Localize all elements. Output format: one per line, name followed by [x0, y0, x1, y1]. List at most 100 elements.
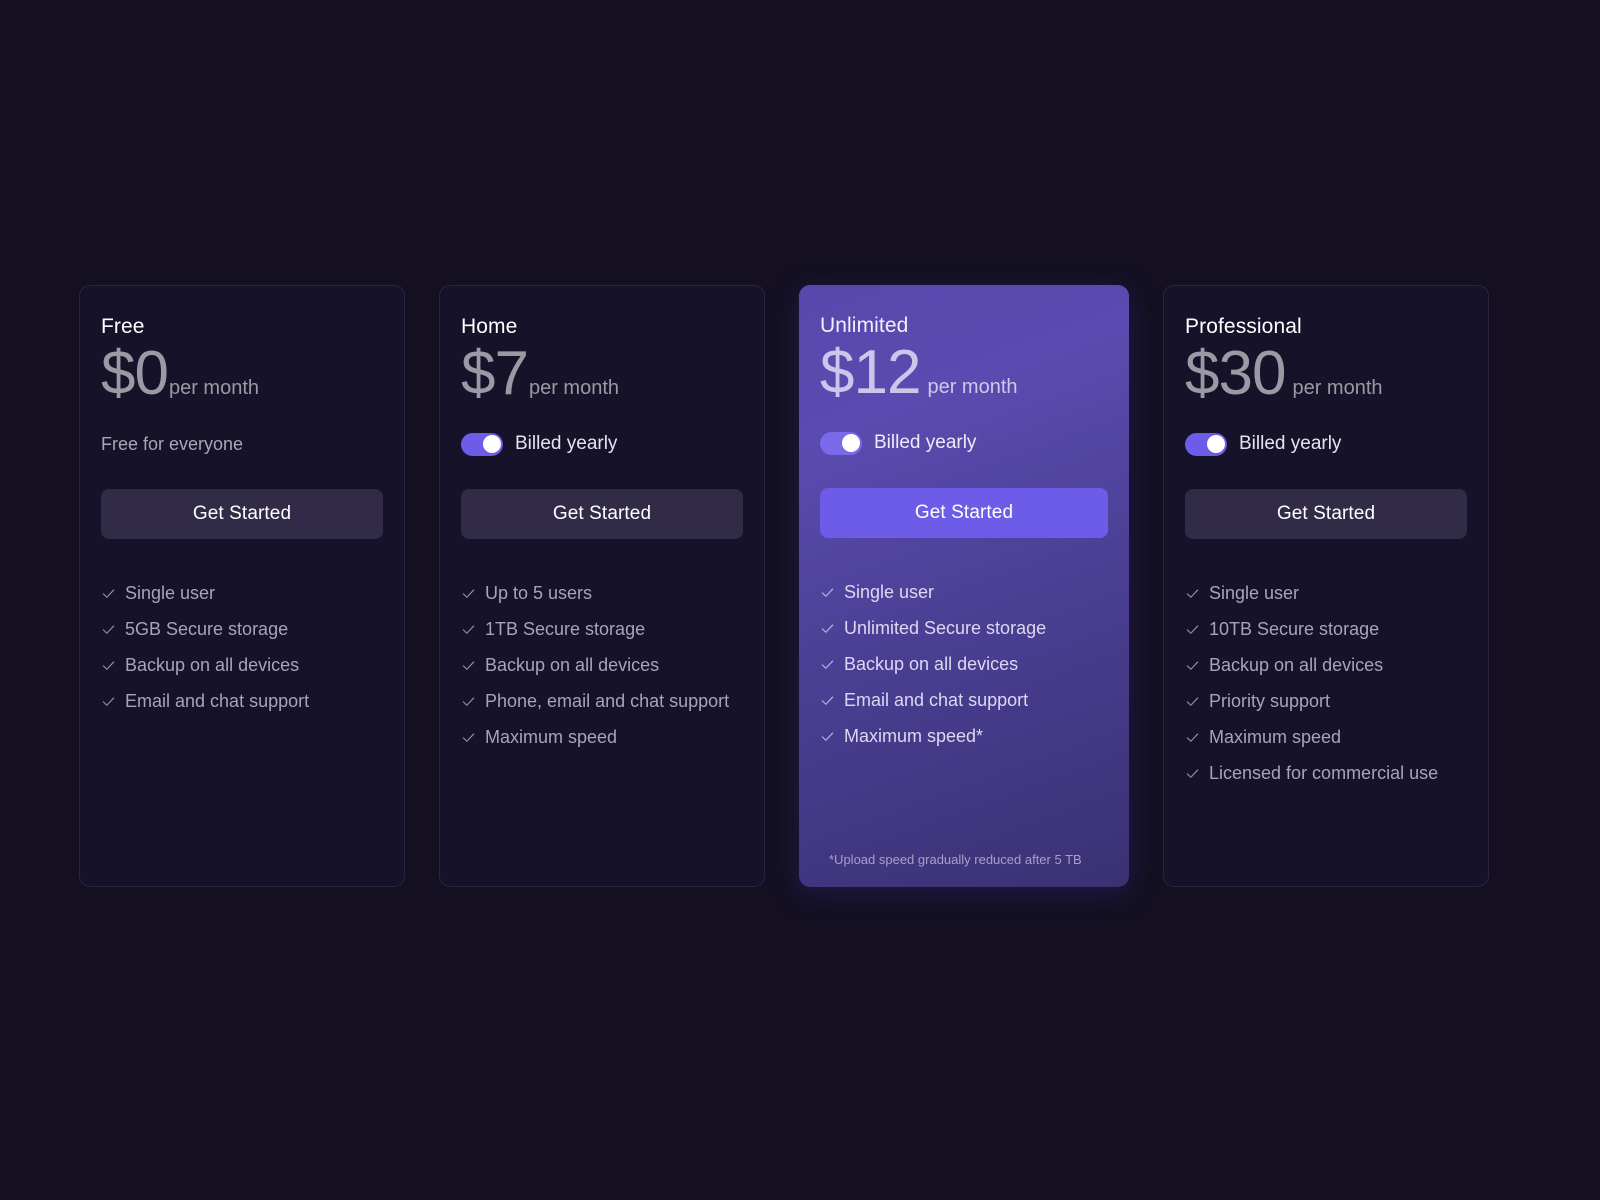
check-icon: [102, 661, 115, 670]
feature-text: Priority support: [1209, 691, 1331, 711]
feature-item: Backup on all devices: [101, 654, 383, 677]
plan-price-period: per month: [528, 377, 620, 399]
check-icon: [102, 625, 115, 634]
plan-card-unlimited: Unlimited $12 per month Billed yearly Ge…: [799, 285, 1129, 887]
billed-yearly-row: Billed yearly: [461, 417, 743, 471]
check-icon: [821, 696, 834, 705]
feature-text: 5GB Secure storage: [125, 619, 289, 639]
feature-item: Unlimited Secure storage: [820, 617, 1108, 640]
plan-name-unlimited: Unlimited: [820, 314, 909, 337]
feature-item: Priority support: [1185, 690, 1467, 713]
feature-text: Backup on all devices: [1209, 655, 1384, 675]
plan-name-home: Home: [461, 315, 518, 338]
plan-sub-note: Free for everyone: [101, 433, 244, 454]
billed-yearly-label: Billed yearly: [1239, 433, 1342, 454]
feature-item: 5GB Secure storage: [101, 618, 383, 641]
feature-text: Phone, email and chat support: [485, 691, 730, 711]
plan-feature-list: Up to 5 users 1TB Secure storage Backup on…: [461, 582, 743, 762]
check-icon: [102, 697, 115, 706]
get-started-button[interactable]: Get Started: [101, 489, 383, 539]
check-icon: [1186, 697, 1199, 706]
billed-yearly-toggle[interactable]: [461, 432, 503, 456]
feature-text: Licensed for commercial use: [1209, 763, 1439, 783]
check-icon: [1186, 625, 1199, 634]
toggle-knob-icon: [841, 434, 860, 452]
check-icon: [1186, 661, 1199, 670]
feature-item: Backup on all devices: [461, 654, 743, 677]
plan-card-home: Home $7 per month Billed yearly Get Star…: [439, 285, 765, 887]
plan-price-row: $0 per month: [101, 343, 383, 417]
feature-item: Backup on all devices: [820, 653, 1108, 676]
feature-text: Email and chat support: [844, 690, 1029, 710]
feature-text: Maximum speed: [485, 727, 618, 747]
check-icon: [102, 589, 115, 598]
plan-price-row: $12 per month: [820, 342, 1108, 416]
feature-text: 1TB Secure storage: [485, 619, 646, 639]
check-icon: [462, 697, 475, 706]
feature-text: Backup on all devices: [844, 654, 1019, 674]
billed-yearly-row: Billed yearly: [1185, 417, 1467, 471]
feature-text: Single user: [844, 582, 935, 602]
feature-item: Email and chat support: [820, 689, 1108, 712]
check-icon: [462, 625, 475, 634]
plan-price-amount: $7: [461, 339, 529, 408]
feature-text: Maximum speed: [1209, 727, 1342, 747]
feature-item: Single user: [1185, 582, 1467, 605]
check-icon: [462, 661, 475, 670]
plan-name-professional: Professional: [1185, 315, 1302, 338]
check-icon: [821, 624, 834, 633]
feature-text: Single user: [1209, 583, 1300, 603]
feature-item: 10TB Secure storage: [1185, 618, 1467, 641]
plan-name-free: Free: [101, 315, 145, 338]
plan-sub-row: Free for everyone: [101, 417, 383, 471]
plan-card-professional: Professional $30 per month Billed yearly…: [1163, 285, 1489, 887]
check-icon: [462, 589, 475, 598]
feature-item: Single user: [820, 581, 1108, 604]
billed-yearly-toggle[interactable]: [820, 431, 862, 455]
toggle-knob-icon: [482, 435, 501, 453]
plan-price-period: per month: [927, 376, 1018, 398]
billed-yearly-label: Billed yearly: [874, 432, 977, 453]
feature-text: Email and chat support: [125, 691, 310, 711]
check-icon: [821, 732, 834, 741]
feature-text: 10TB Secure storage: [1209, 619, 1380, 639]
billed-yearly-toggle[interactable]: [1185, 432, 1227, 456]
check-icon: [1186, 589, 1199, 598]
get-started-button[interactable]: Get Started: [461, 489, 743, 539]
feature-item: Maximum speed*: [820, 725, 1108, 748]
feature-item: Maximum speed: [461, 726, 743, 749]
plan-feature-list: Single user Unlimited Secure storage Backu…: [820, 581, 1108, 761]
get-started-button[interactable]: Get Started: [1185, 489, 1467, 539]
feature-text: Up to 5 users: [485, 583, 593, 603]
plan-footnote: *Upload speed gradually reduced after 5 …: [829, 852, 1082, 867]
feature-text: Unlimited Secure storage: [844, 618, 1047, 638]
plan-price-amount: $12: [820, 338, 921, 407]
plan-price-row: $30 per month: [1185, 343, 1467, 417]
plan-price-period: per month: [1292, 377, 1383, 399]
plan-price-period: per month: [168, 377, 260, 399]
plan-price-row: $7 per month: [461, 343, 743, 417]
feature-item: Up to 5 users: [461, 582, 743, 605]
plan-feature-list: Single user 5GB Secure storage Backup on a…: [101, 582, 383, 726]
check-icon: [821, 660, 834, 669]
feature-text: Maximum speed*: [844, 726, 984, 746]
get-started-button[interactable]: Get Started: [820, 488, 1108, 538]
billed-yearly-row: Billed yearly: [820, 416, 1108, 470]
feature-item: Maximum speed: [1185, 726, 1467, 749]
billed-yearly-label: Billed yearly: [515, 433, 618, 454]
plan-price-amount: $30: [1185, 339, 1286, 408]
feature-text: Backup on all devices: [125, 655, 300, 675]
plan-price-amount: $0: [101, 339, 169, 408]
plan-feature-list: Single user 10TB Secure storage Backup on …: [1185, 582, 1467, 798]
pricing-plans-container: Free $0 per month Free for everyone Get …: [79, 285, 1489, 887]
feature-text: Single user: [125, 583, 216, 603]
check-icon: [1186, 733, 1199, 742]
plan-card-free: Free $0 per month Free for everyone Get …: [79, 285, 405, 887]
feature-item: Backup on all devices: [1185, 654, 1467, 677]
feature-item: Phone, email and chat support: [461, 690, 743, 713]
feature-item: 1TB Secure storage: [461, 618, 743, 641]
check-icon: [462, 733, 475, 742]
check-icon: [1186, 769, 1199, 778]
check-icon: [821, 588, 834, 597]
feature-item: Licensed for commercial use: [1185, 762, 1467, 785]
